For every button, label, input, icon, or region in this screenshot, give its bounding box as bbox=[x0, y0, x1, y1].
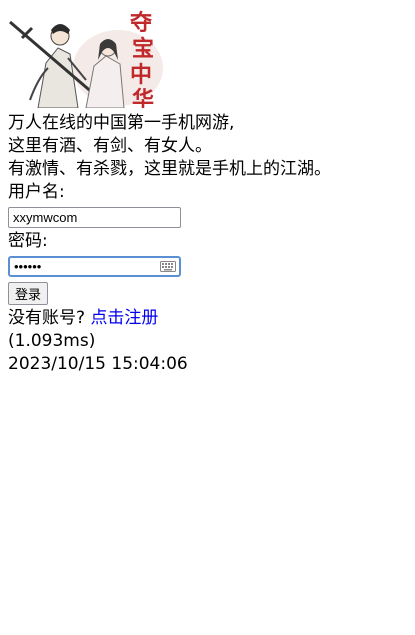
game-banner-image: 夺 宝 中 华 bbox=[8, 8, 168, 108]
login-button-row: 登录 bbox=[8, 279, 407, 307]
no-account-text: 没有账号? bbox=[8, 308, 91, 328]
username-input[interactable] bbox=[8, 206, 181, 228]
password-label: 密码: bbox=[8, 231, 48, 251]
banner-logo-char-4: 华 bbox=[132, 87, 154, 108]
intro-line-1: 万人在线的中国第一手机网游, bbox=[8, 113, 235, 133]
intro-line-2: 这里有酒、有剑、有女人。 bbox=[8, 136, 212, 156]
register-row: 没有账号? 点击注册 bbox=[8, 307, 407, 330]
banner-logo-char-3: 中 bbox=[130, 62, 152, 88]
login-button[interactable]: 登录 bbox=[8, 281, 49, 305]
banner-logo-char-2: 宝 bbox=[132, 36, 154, 62]
intro-line-3: 有激情、有杀戮，这里就是手机上的江湖。 bbox=[8, 159, 331, 179]
page-content: 夺 宝 中 华 万人在线的中国第一手机网游, 这里有酒、有剑、有女人。 有激情、… bbox=[8, 8, 407, 376]
register-link[interactable]: 点击注册 bbox=[90, 308, 158, 328]
server-datetime: 2023/10/15 15:04:06 bbox=[8, 354, 188, 374]
username-label: 用户名: bbox=[8, 182, 65, 202]
render-timing: (1.093ms) bbox=[8, 331, 96, 351]
keyboard-icon[interactable] bbox=[160, 260, 176, 272]
banner-logo-char-1: 夺 bbox=[129, 10, 153, 36]
password-input[interactable] bbox=[8, 255, 181, 277]
password-row bbox=[8, 253, 407, 279]
password-field-wrapper bbox=[8, 255, 181, 277]
username-row bbox=[8, 204, 407, 230]
